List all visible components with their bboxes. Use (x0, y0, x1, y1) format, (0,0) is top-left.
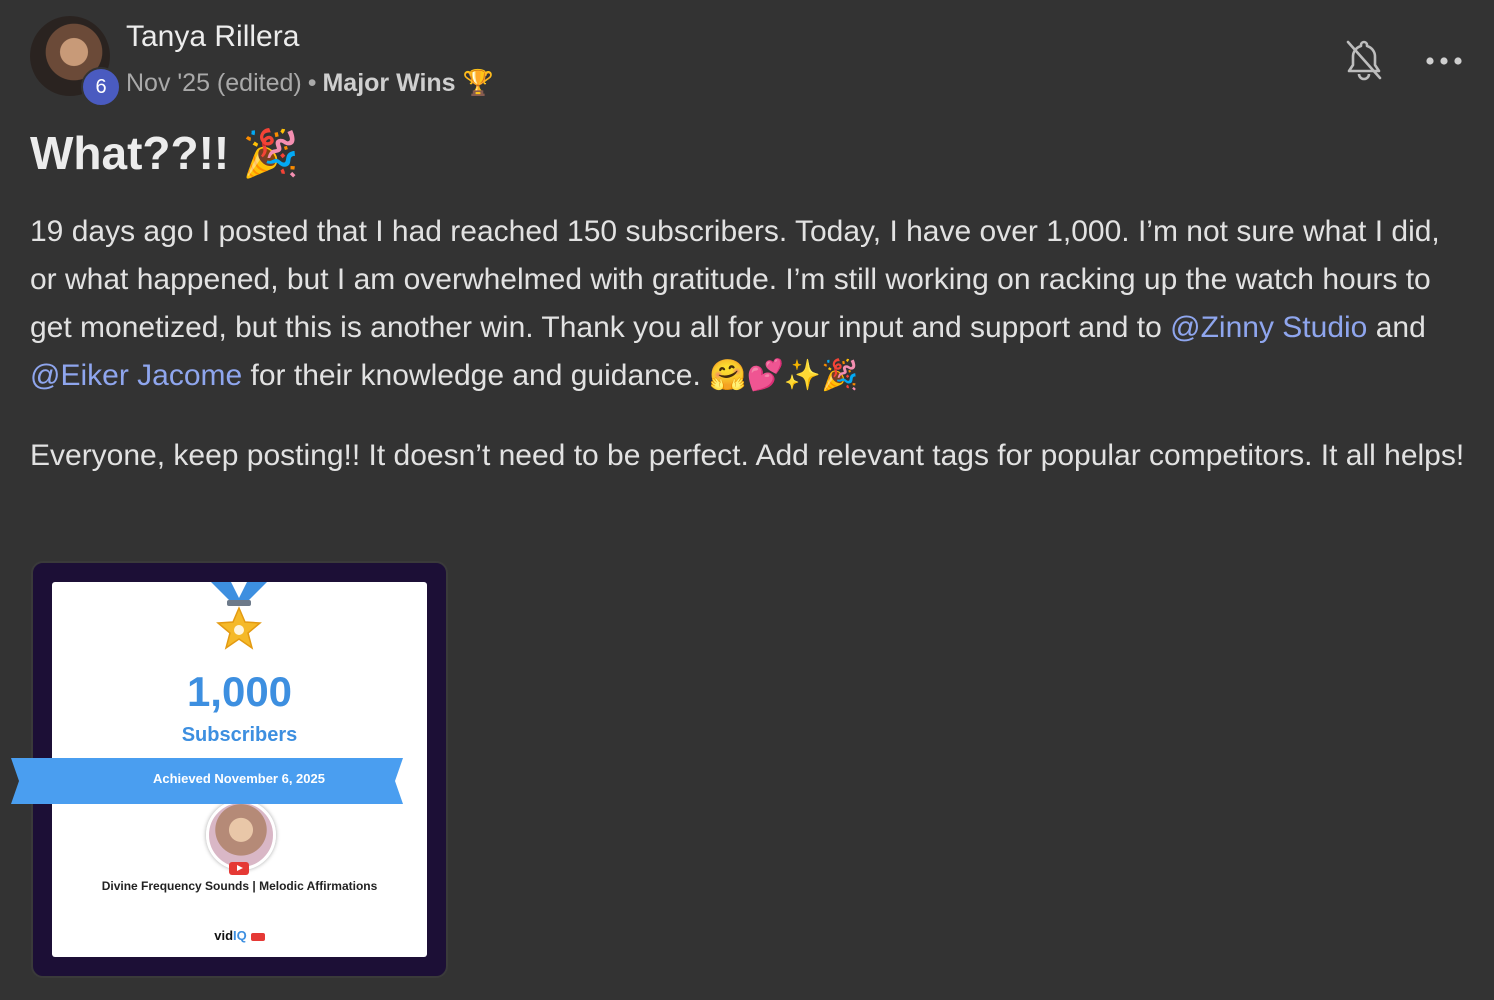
brand-vid: vid (214, 928, 234, 943)
body-paragraph-2: Everyone, keep posting!! It doesn’t need… (30, 439, 1465, 472)
post-title-text: What??!! (30, 127, 230, 179)
party-popper-icon: 🎉 (242, 126, 300, 180)
body-paragraph-1: 19 days ago I posted that I had reached … (30, 208, 1470, 400)
channel-name: Divine Frequency Sounds | Melodic Affirm… (101, 879, 378, 893)
meta-separator: • (307, 69, 317, 97)
post-body: 19 days ago I posted that I had reached … (30, 208, 1470, 512)
more-options-icon[interactable] (1424, 50, 1464, 70)
emoji-group: 🤗💕✨🎉 (709, 358, 859, 393)
post: 6 Tanya Rillera Nov '25 (edited) • Major W… (0, 0, 1494, 1000)
trophy-icon: 🏆 (462, 68, 494, 97)
body-text-2: for their knowledge and guidance. (242, 359, 710, 392)
achieved-date: Achieved November 6, 2025 (153, 771, 325, 786)
body-text-and: and (1367, 311, 1426, 344)
brand-iq: IQ (233, 928, 247, 943)
post-title: What??!! 🎉 (30, 126, 299, 181)
author-avatar[interactable]: 6 (30, 16, 121, 107)
youtube-icon (229, 862, 249, 875)
mention-eiker-jacome[interactable]: @Eiker Jacome (30, 359, 242, 392)
author-name[interactable]: Tanya Rillera (126, 20, 299, 54)
youtube-mini-icon (250, 932, 265, 941)
medal-icon (211, 582, 267, 662)
category-link[interactable]: Major Wins (322, 69, 455, 97)
post-date[interactable]: Nov '25 (edited) (126, 69, 302, 97)
subscriber-label: Subscribers (181, 724, 298, 746)
vidiq-logo: vidIQ (52, 928, 427, 943)
mention-zinny-studio[interactable]: @Zinny Studio (1170, 311, 1367, 344)
level-badge: 6 (81, 67, 121, 107)
subscriber-count: 1,000 (186, 668, 293, 715)
post-meta: Nov '25 (edited) • Major Wins 🏆 (126, 68, 494, 98)
channel-avatar (206, 800, 276, 870)
bell-off-icon[interactable] (1344, 38, 1384, 82)
